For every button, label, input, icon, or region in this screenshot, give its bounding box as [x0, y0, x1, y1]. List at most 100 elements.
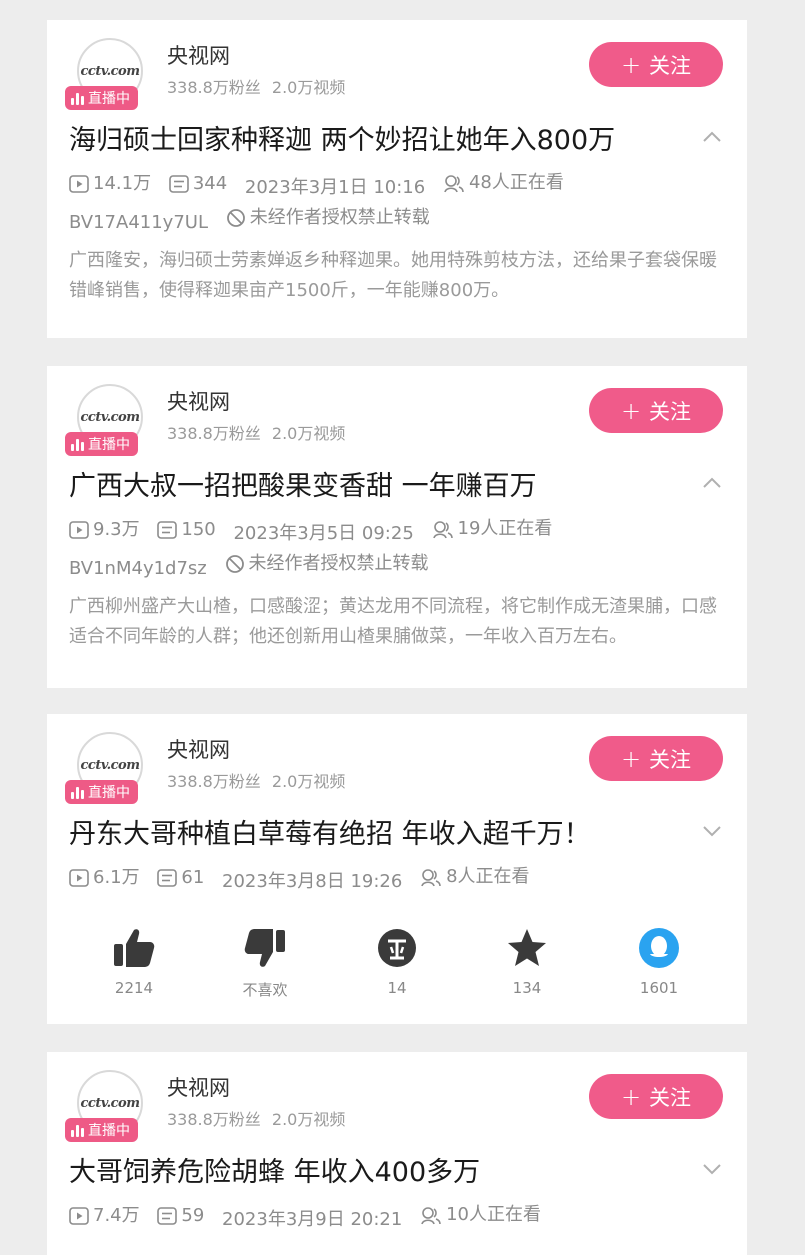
video-card-4[interactable]: cctv.com 直播中 央视网 338.8万粉丝 2.0万视频 + 关注 大哥… [47, 1052, 747, 1255]
action-bar: 2214 不喜欢 14 134 1601 [47, 897, 747, 1017]
danmaku-count: 344 [192, 173, 228, 194]
plus-icon: + [620, 396, 642, 425]
danmaku-count: 59 [181, 1205, 205, 1226]
play-count: 9.3万 [93, 519, 140, 540]
star-icon [508, 929, 546, 966]
cctv-logo: cctv.com [80, 409, 140, 425]
like-count: 2214 [114, 979, 154, 997]
video-meta: 9.3万 150 2023年3月5日 09:25 19人正在看 [47, 514, 747, 549]
video-title: 丹东大哥种植白草莓有绝招 年收入超千万！ [69, 819, 591, 850]
thumbs-down-icon [244, 929, 285, 967]
video-description: 广西柳州盛产大山楂，口感酸涩；黄达龙用不同流程，将它制作成无渣果脯，口感适合不同… [69, 596, 717, 647]
channel-name[interactable]: 央视网 [167, 386, 230, 416]
favorite-button[interactable]: 134 [487, 927, 567, 997]
coin-count: 14 [387, 979, 407, 997]
follow-button[interactable]: + 关注 [589, 1074, 723, 1119]
channel-stats: 338.8万粉丝 2.0万视频 [167, 424, 346, 443]
live-bars-icon [71, 786, 84, 799]
play-count-icon [69, 1207, 89, 1225]
video-meta: 7.4万 59 2023年3月9日 20:21 10人正在看 [47, 1200, 747, 1235]
video-meta: 14.1万 344 2023年3月1日 10:16 48人正在看 [47, 168, 747, 203]
qq-share-icon [639, 928, 679, 968]
danmaku-icon [157, 1207, 177, 1225]
live-label: 直播中 [88, 785, 130, 801]
bv-id[interactable]: BV17A411y7UL [69, 208, 208, 238]
channel-name[interactable]: 央视网 [167, 40, 230, 70]
live-badge[interactable]: 直播中 [65, 780, 138, 804]
follow-button[interactable]: + 关注 [589, 736, 723, 781]
video-id-row: BV1nM4y1d7sz 未经作者授权禁止转载 [47, 549, 747, 584]
danmaku-icon [157, 869, 177, 887]
channel-stats: 338.8万粉丝 2.0万视频 [167, 772, 346, 791]
watching-icon [432, 519, 454, 539]
share-button[interactable]: 1601 [619, 927, 699, 997]
follow-button[interactable]: + 关注 [589, 42, 723, 87]
no-repost-icon [226, 208, 246, 228]
video-card-2[interactable]: cctv.com 直播中 央视网 338.8万粉丝 2.0万视频 + 关注 广西… [47, 366, 747, 688]
follow-label: 关注 [649, 53, 692, 78]
follow-button[interactable]: + 关注 [589, 388, 723, 433]
video-title: 海归硕士回家种释迦 两个妙招让她年入800万 [69, 125, 616, 156]
live-badge[interactable]: 直播中 [65, 432, 138, 456]
watching-icon [420, 1205, 442, 1225]
watching-icon [443, 173, 465, 193]
play-count-icon [69, 521, 89, 539]
card-header: cctv.com 直播中 央视网 338.8万粉丝 2.0万视频 + 关注 [47, 714, 747, 806]
danmaku-icon [169, 175, 189, 193]
follow-label: 关注 [649, 1085, 692, 1110]
publish-date: 2023年3月9日 20:21 [222, 1209, 403, 1230]
video-description: 广西隆安，海归硕士劳素婵返乡种释迦果。她用特殊剪枝方法，还给果子套袋保暖错峰销售… [69, 250, 717, 301]
channel-name[interactable]: 央视网 [167, 1072, 230, 1102]
coin-button[interactable]: 14 [357, 927, 437, 997]
card-header: cctv.com 直播中 央视网 338.8万粉丝 2.0万视频 + 关注 [47, 366, 747, 458]
plus-icon: + [620, 744, 642, 773]
cctv-logo: cctv.com [80, 63, 140, 79]
play-count-icon [69, 175, 89, 193]
watching-count: 8人正在看 [446, 866, 530, 887]
thumbs-up-icon [114, 929, 155, 967]
dislike-button[interactable]: 不喜欢 [225, 927, 305, 1000]
video-id-row: BV17A411y7UL 未经作者授权禁止转载 [47, 203, 747, 238]
watching-count: 48人正在看 [468, 172, 564, 193]
danmaku-count: 61 [181, 867, 205, 888]
live-bars-icon [71, 438, 84, 451]
watching-icon [420, 867, 442, 887]
live-label: 直播中 [88, 1123, 130, 1139]
video-meta: 6.1万 61 2023年3月8日 19:26 8人正在看 [47, 862, 747, 897]
play-count-icon [69, 869, 89, 887]
chevron-down-icon[interactable] [701, 1158, 723, 1180]
video-title: 广西大叔一招把酸果变香甜 一年赚百万 [69, 471, 537, 502]
danmaku-count: 150 [181, 519, 216, 540]
plus-icon: + [620, 1082, 642, 1111]
copyright-notice: 未经作者授权禁止转载 [249, 207, 430, 228]
chevron-down-icon[interactable] [701, 820, 723, 842]
dislike-label: 不喜欢 [242, 981, 288, 999]
live-label: 直播中 [88, 437, 130, 453]
channel-stats: 338.8万粉丝 2.0万视频 [167, 1110, 346, 1129]
live-badge[interactable]: 直播中 [65, 86, 138, 110]
publish-date: 2023年3月8日 19:26 [222, 871, 403, 892]
live-bars-icon [71, 92, 84, 105]
danmaku-icon [157, 521, 177, 539]
video-card-1[interactable]: cctv.com 直播中 央视网 338.8万粉丝 2.0万视频 + 关注 海归… [47, 20, 747, 338]
channel-stats: 338.8万粉丝 2.0万视频 [167, 78, 346, 97]
live-badge[interactable]: 直播中 [65, 1118, 138, 1142]
publish-date: 2023年3月5日 09:25 [233, 523, 414, 544]
play-count: 7.4万 [93, 1205, 140, 1226]
live-bars-icon [71, 1124, 84, 1137]
like-button[interactable]: 2214 [94, 927, 174, 997]
chevron-up-icon[interactable] [701, 472, 723, 494]
card-header: cctv.com 直播中 央视网 338.8万粉丝 2.0万视频 + 关注 [47, 20, 747, 112]
chevron-up-icon[interactable] [701, 126, 723, 148]
video-card-3[interactable]: cctv.com 直播中 央视网 338.8万粉丝 2.0万视频 + 关注 丹东… [47, 714, 747, 1024]
watching-count: 19人正在看 [457, 518, 553, 539]
bv-id[interactable]: BV1nM4y1d7sz [69, 554, 207, 584]
follow-label: 关注 [649, 399, 692, 424]
no-repost-icon [225, 554, 245, 574]
play-count: 14.1万 [93, 173, 152, 194]
copyright-notice: 未经作者授权禁止转载 [248, 553, 429, 574]
follow-label: 关注 [649, 747, 692, 772]
play-count: 6.1万 [93, 867, 140, 888]
channel-name[interactable]: 央视网 [167, 734, 230, 764]
favorite-count: 134 [512, 979, 542, 997]
